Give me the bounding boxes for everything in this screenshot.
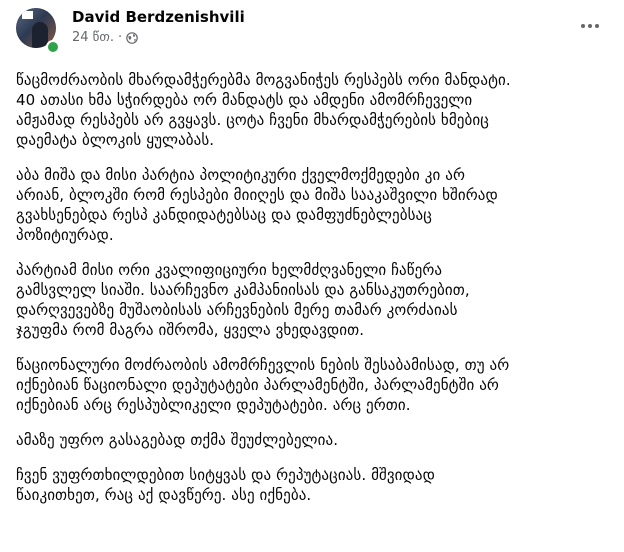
post-paragraph-1: წაცმოძრაობის მხარდამჭერებმა მოგვანიჭეს რ… <box>16 71 511 149</box>
post-card: David Berdzenishvili 24 წთ. · წაცმოძრაობ <box>0 0 624 552</box>
more-dots-icon <box>581 24 599 28</box>
post-paragraph-4: წაციონალური მოძრაობის ამომრჩევლის ნების … <box>16 356 510 414</box>
meta-separator: · <box>117 30 123 45</box>
online-status-dot <box>46 40 60 54</box>
post-paragraph-5: ამაზე უფრო გასაგებად თქმა შეუძლებელია. <box>16 431 339 449</box>
more-options-button[interactable] <box>572 14 608 38</box>
post-time[interactable]: 24 წთ. <box>72 30 114 45</box>
post-paragraph-2: აბა მიშა და მისი პარტია პოლიტიკური ქველმ… <box>16 166 498 244</box>
author-name[interactable]: David Berdzenishvili <box>72 8 245 26</box>
post-paragraph-3: პარტიამ მისი ორი კვალიფიციური ხელმძღვანე… <box>16 261 470 339</box>
post-meta: 24 წთ. · <box>72 30 138 45</box>
globe-icon[interactable] <box>126 31 138 44</box>
post-text: წაცმოძრაობის მხარდამჭერებმა მოგვანიჭეს რ… <box>16 70 612 520</box>
post-header: David Berdzenishvili 24 წთ. · <box>16 8 608 60</box>
post-paragraph-6: ჩვენ ვუფრთხილდებით სიტყვას და რეპუტაციას… <box>16 466 435 504</box>
